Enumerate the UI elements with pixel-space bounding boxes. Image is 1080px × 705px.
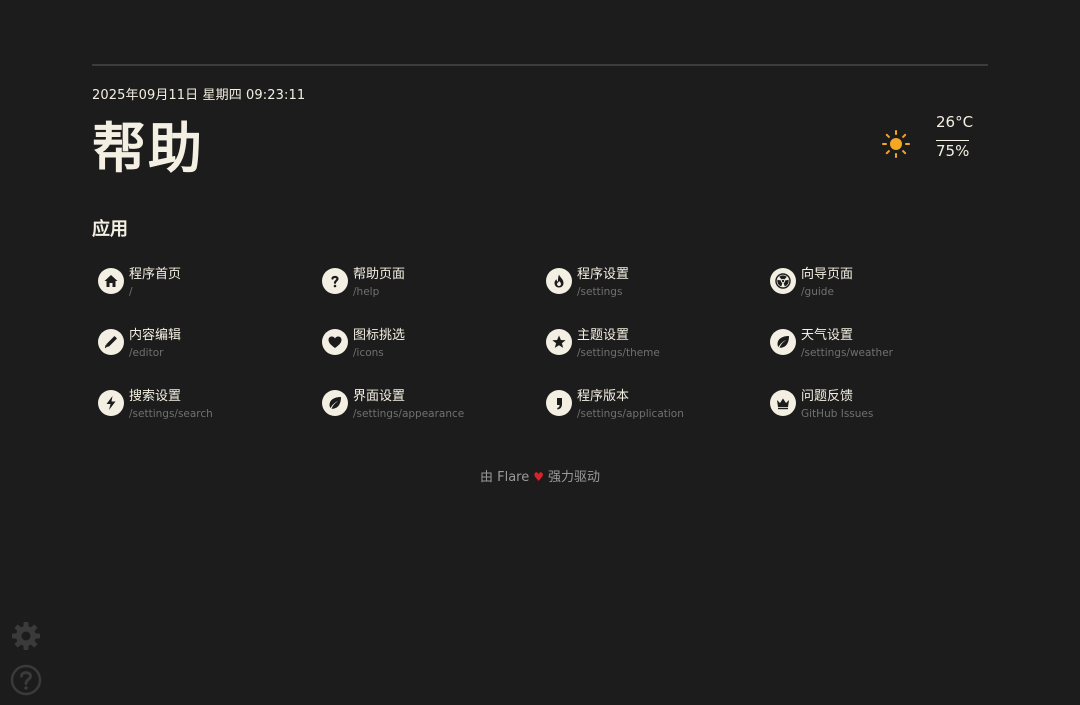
footer-prefix: 由 Flare: [479, 470, 530, 485]
footer: 由 Flare ♥ 强力驱动: [0, 466, 1080, 485]
app-url: GitHub Issues: [801, 408, 874, 420]
app-name: 图标挑选: [353, 328, 406, 343]
weather-temperature: 26°C: [936, 113, 974, 131]
leaf-icon: [322, 390, 348, 416]
weather-humidity: 75%: [936, 142, 970, 160]
app-link-issues[interactable]: 问题反馈 GitHub Issues: [770, 388, 994, 449]
app-name: 帮助页面: [353, 267, 406, 282]
top-divider: [92, 64, 988, 66]
lightning-icon: [98, 390, 124, 416]
app-url: /settings/appearance: [353, 408, 465, 420]
app-link-appearance[interactable]: 界面设置 /settings/appearance: [322, 388, 546, 449]
apps-section-heading: 应用: [92, 219, 128, 240]
page-title: 帮助: [92, 117, 204, 180]
app-link-icons[interactable]: 图标挑选 /icons: [322, 327, 546, 388]
gear-icon[interactable]: [10, 620, 42, 652]
app-url: /: [129, 286, 133, 298]
app-url: /help: [353, 286, 380, 298]
app-url: /settings/search: [129, 408, 213, 420]
sun-icon: [882, 130, 910, 158]
app-url: /settings: [577, 286, 623, 298]
app-page: 2025年09月11日 星期四 09:23:11 帮助 26°C 75% 应用: [0, 0, 1080, 705]
app-name: 程序首页: [129, 267, 182, 282]
question-icon: [322, 268, 348, 294]
app-url: /editor: [129, 347, 164, 359]
app-url: /settings/weather: [801, 347, 893, 359]
app-name: 问题反馈: [801, 389, 854, 404]
app-url: /settings/application: [577, 408, 684, 420]
home-icon: [98, 268, 124, 294]
fire-icon: [546, 268, 572, 294]
app-name: 程序版本: [577, 389, 630, 404]
app-link-editor[interactable]: 内容编辑 /editor: [98, 327, 322, 388]
app-link-guide[interactable]: 向导页面 /guide: [770, 266, 994, 327]
weather-widget: 26°C 75%: [880, 112, 980, 172]
app-link-weather[interactable]: 天气设置 /settings/weather: [770, 327, 994, 388]
app-name: 界面设置: [353, 389, 406, 404]
comma-icon: [546, 390, 572, 416]
app-name: 内容编辑: [129, 328, 182, 343]
star-icon: [546, 329, 572, 355]
app-url: /settings/theme: [577, 347, 660, 359]
app-name: 向导页面: [801, 267, 854, 282]
radiation-icon: [770, 268, 796, 294]
app-link-theme[interactable]: 主题设置 /settings/theme: [546, 327, 770, 388]
app-url: /icons: [353, 347, 384, 359]
app-link-settings[interactable]: 程序设置 /settings: [546, 266, 770, 327]
crown-icon: [770, 390, 796, 416]
app-name: 程序设置: [577, 267, 630, 282]
app-link-search[interactable]: 搜索设置 /settings/search: [98, 388, 322, 449]
heart-icon: ♥: [533, 470, 544, 484]
leaf-icon: [770, 329, 796, 355]
app-link-application[interactable]: 程序版本 /settings/application: [546, 388, 770, 449]
app-name: 天气设置: [801, 328, 854, 343]
app-link-home[interactable]: 程序首页 /: [98, 266, 322, 327]
heart-icon: [322, 329, 348, 355]
app-url: /guide: [801, 286, 834, 298]
app-name: 搜索设置: [129, 389, 182, 404]
weather-divider: [936, 140, 969, 141]
apps-grid: 程序首页 / 帮助页面 /help 程序设置 /settings 向导页面 /g…: [98, 266, 994, 449]
question-circle-icon[interactable]: [10, 664, 42, 696]
current-datetime: 2025年09月11日 星期四 09:23:11: [92, 88, 306, 103]
app-name: 主题设置: [577, 328, 630, 343]
app-link-help[interactable]: 帮助页面 /help: [322, 266, 546, 327]
footer-suffix: 强力驱动: [548, 470, 601, 485]
pencil-icon: [98, 329, 124, 355]
